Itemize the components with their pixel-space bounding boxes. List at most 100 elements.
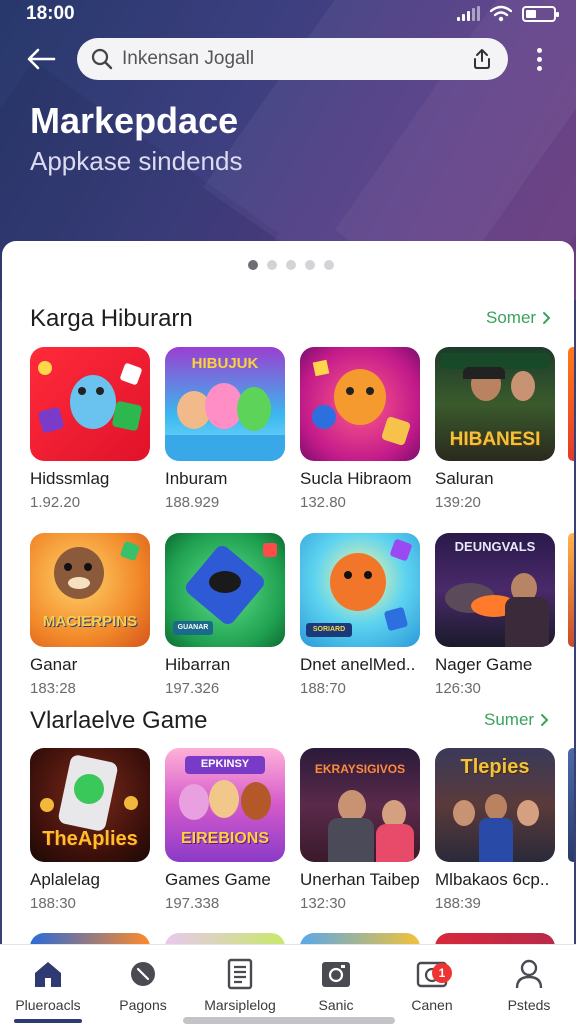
see-more-link[interactable]: Sumer (484, 710, 549, 730)
app-name: Inburam (165, 469, 228, 488)
app-card[interactable]: SORIARD Dnet anelMed.. 188:70 (300, 533, 422, 697)
app-icon (568, 533, 574, 647)
app-art-text: EKRAYSIGIVOS (314, 762, 406, 776)
nav-item-home[interactable]: Plueroacls (0, 957, 96, 1013)
arrow-left-icon (27, 48, 56, 70)
search-input[interactable] (122, 48, 442, 70)
app-name: Saluran (435, 469, 494, 488)
chevron-right-icon (543, 312, 551, 324)
app-art-text-top: EPKINSY (200, 758, 250, 770)
page-title: Markepdace (30, 100, 239, 141)
app-art-text: SORIARD (312, 626, 346, 633)
app-meta: 188:39 (435, 895, 481, 912)
app-icon: GUANAR (165, 533, 285, 647)
app-name: Games Game (165, 870, 271, 889)
app-card[interactable]: GUANAR Hibarran 197.326 (165, 533, 287, 697)
app-card-partial[interactable] (568, 347, 574, 461)
app-art-text: EIREBIONS (180, 830, 269, 847)
person-icon (515, 959, 543, 989)
app-name: Aplalelag (30, 870, 100, 889)
app-card-partial[interactable] (568, 748, 574, 862)
app-meta: 188:30 (30, 895, 76, 912)
app-meta: 132:30 (300, 895, 346, 912)
nav-item-profile[interactable]: Psteds (481, 957, 576, 1013)
app-meta: 188.929 (165, 494, 220, 511)
camera-icon (322, 962, 350, 987)
carousel-dot[interactable] (267, 260, 277, 270)
app-icon: DEUNGVALS (435, 533, 555, 647)
carousel-indicator[interactable] (248, 260, 334, 270)
app-icon: HIBANESI (435, 347, 555, 461)
nav-label: Plueroacls (15, 997, 81, 1013)
carousel-dot[interactable] (305, 260, 315, 270)
nav-label: Sanic (318, 997, 354, 1013)
search-icon (91, 48, 113, 70)
share-icon[interactable] (470, 47, 494, 71)
carousel-dot[interactable] (324, 260, 334, 270)
section-title: Vlarlaelve Game (30, 707, 208, 734)
app-icon (30, 347, 150, 461)
app-meta: 188:70 (300, 680, 346, 697)
app-card[interactable]: MACIERPINS Ganar 183:28 (30, 533, 152, 697)
status-time: 18:00 (26, 3, 75, 24)
app-card[interactable]: Hidssmlag 1.92.20 (30, 347, 152, 511)
section-title: Karga Hiburarn (30, 305, 193, 332)
app-card[interactable]: Sucla Hibraom 132.80 (300, 347, 422, 511)
content-sheet: Karga Hiburarn Somer Hidssmlag 1.92.20 H… (2, 241, 574, 1024)
nav-item-marketplace[interactable]: Marsiplelog (192, 957, 288, 1013)
app-icon: TheAplies (30, 748, 150, 862)
home-icon (35, 962, 61, 987)
app-icon: MACIERPINS (30, 533, 150, 647)
app-icon: HIBUJUK (165, 347, 285, 461)
app-art-text: MACIERPINS (42, 613, 138, 630)
app-card[interactable]: TheAplies Aplalelag 188:30 (30, 748, 152, 912)
app-card[interactable]: EKRAYSIGIVOS Unerhan Taibep 132:30 (300, 748, 422, 912)
home-indicator[interactable] (183, 1017, 395, 1024)
more-options-button[interactable] (526, 44, 552, 74)
app-meta: 132.80 (300, 494, 346, 511)
app-meta: 139:20 (435, 494, 481, 511)
nav-item-pages[interactable]: Pagons (95, 957, 191, 1013)
app-name: Nager Game (435, 655, 533, 674)
app-meta: 197.338 (165, 895, 220, 912)
status-bar: 18:00 (0, 0, 576, 28)
app-name: Hidssmlag (30, 469, 110, 488)
app-art-text: GUANAR (177, 624, 209, 631)
nav-item-canen[interactable]: 1 Canen (384, 957, 480, 1013)
app-icon: Tlepies (435, 748, 555, 862)
app-icon: EKRAYSIGIVOS (300, 748, 420, 862)
pen-icon (131, 962, 155, 986)
app-icon (300, 347, 420, 461)
bottom-navigation: Plueroacls Pagons Marsiplelog Sanic 1 Ca… (0, 944, 576, 1024)
app-card[interactable]: EPKINSY EIREBIONS Games Game 197.338 (165, 748, 287, 912)
app-card[interactable]: HIBUJUK Inburam 188.929 (165, 347, 287, 511)
app-card[interactable]: HIBANESI Saluran 139:20 (435, 347, 557, 511)
app-art-text: HIBANESI (449, 429, 541, 450)
app-icon (568, 347, 574, 461)
carousel-dot[interactable] (248, 260, 258, 270)
app-art-text: Tlepies (460, 756, 530, 778)
app-art-text: DEUNGVALS (454, 539, 536, 554)
app-art-text: TheAplies (42, 828, 138, 850)
app-card[interactable]: Tlepies Mlbakaos 6cp.. 188:39 (435, 748, 557, 912)
nav-label: Psteds (507, 997, 551, 1013)
app-art-text: HIBUJUK (191, 355, 259, 372)
see-more-link[interactable]: Somer (486, 308, 551, 328)
notification-badge: 1 (432, 963, 452, 983)
app-icon: SORIARD (300, 533, 420, 647)
app-card[interactable]: DEUNGVALS Nager Game 126:30 (435, 533, 557, 697)
back-button[interactable] (22, 42, 60, 76)
search-bar[interactable] (77, 38, 508, 80)
app-name: Unerhan Taibep (300, 870, 420, 889)
app-name: Sucla Hibraom (300, 469, 412, 488)
app-icon (568, 748, 574, 862)
signal-icon (457, 6, 480, 21)
app-icon: EPKINSY EIREBIONS (165, 748, 285, 862)
active-tab-indicator (14, 1019, 82, 1023)
wifi-icon (490, 5, 512, 22)
carousel-dot[interactable] (286, 260, 296, 270)
app-name: Dnet anelMed.. (300, 655, 416, 674)
nav-label: Canen (411, 997, 453, 1013)
nav-item-sanic[interactable]: Sanic (288, 957, 384, 1013)
app-card-partial[interactable] (568, 533, 574, 647)
